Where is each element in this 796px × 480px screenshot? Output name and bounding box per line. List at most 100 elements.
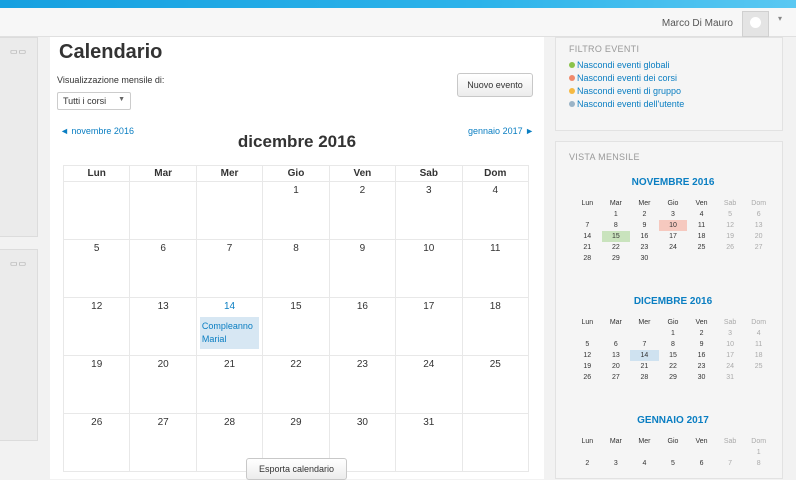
calendar-day[interactable]: 18 <box>461 297 530 356</box>
mini-day[interactable]: 13 <box>744 220 773 231</box>
day-number[interactable]: 11 <box>490 243 500 254</box>
calendar-day[interactable]: 10 <box>395 239 463 298</box>
mini-day[interactable]: 22 <box>659 361 688 372</box>
calendar-day[interactable]: 2 <box>328 181 397 240</box>
day-number[interactable]: 9 <box>360 243 366 254</box>
mini-day[interactable]: 5 <box>716 209 745 220</box>
mini-day[interactable]: 29 <box>659 372 688 383</box>
mini-day[interactable]: 12 <box>573 350 602 361</box>
day-number[interactable]: 13 <box>158 301 169 312</box>
mini-day[interactable]: 5 <box>659 458 688 469</box>
calendar-day[interactable]: 23 <box>328 355 397 414</box>
filter-item-user[interactable]: Nascondi eventi dell'utente <box>569 99 684 109</box>
mini-day[interactable]: 24 <box>716 361 745 372</box>
day-number[interactable]: 20 <box>158 359 169 370</box>
mini-day[interactable]: 20 <box>744 231 773 242</box>
mini-month-title[interactable]: NOVEMBRE 2016 <box>573 177 773 188</box>
mini-day[interactable]: 28 <box>573 253 602 264</box>
mini-day[interactable]: 8 <box>659 339 688 350</box>
mini-day[interactable]: 11 <box>687 220 716 231</box>
mini-day[interactable]: 4 <box>744 328 773 339</box>
day-number[interactable]: 3 <box>426 185 432 196</box>
day-number[interactable]: 26 <box>91 417 102 428</box>
day-number[interactable]: 28 <box>224 417 235 428</box>
mini-month-title[interactable]: DICEMBRE 2016 <box>573 296 773 307</box>
day-number[interactable]: 25 <box>490 359 501 370</box>
calendar-day[interactable]: 31 <box>395 413 463 472</box>
mini-day[interactable]: 22 <box>602 242 631 253</box>
mini-day[interactable]: 12 <box>716 220 745 231</box>
mini-day[interactable]: 1 <box>659 328 688 339</box>
calendar-day[interactable]: 13 <box>129 297 197 356</box>
new-event-button[interactable]: Nuovo evento <box>457 73 533 97</box>
mini-day[interactable]: 26 <box>573 372 602 383</box>
day-number[interactable]: 17 <box>423 301 434 312</box>
mini-day[interactable]: 19 <box>716 231 745 242</box>
calendar-day[interactable]: 27 <box>129 413 197 472</box>
mini-day[interactable]: 29 <box>602 253 631 264</box>
day-number[interactable]: 10 <box>423 243 434 254</box>
mini-day[interactable]: 7 <box>630 339 659 350</box>
day-number[interactable]: 16 <box>357 301 368 312</box>
mini-day[interactable]: 4 <box>687 209 716 220</box>
calendar-day[interactable]: 11 <box>461 239 530 298</box>
day-number[interactable]: 12 <box>91 301 102 312</box>
day-number[interactable]: 5 <box>94 243 100 254</box>
mini-day[interactable]: 23 <box>687 361 716 372</box>
day-number[interactable]: 14 <box>224 301 235 312</box>
mini-day[interactable]: 2 <box>687 328 716 339</box>
mini-day[interactable]: 1 <box>744 447 773 458</box>
day-number[interactable]: 18 <box>490 301 501 312</box>
mini-day[interactable]: 1 <box>602 209 631 220</box>
mini-day[interactable]: 15 <box>659 350 688 361</box>
mini-day[interactable]: 9 <box>630 220 659 231</box>
day-number[interactable]: 8 <box>293 243 299 254</box>
mini-day[interactable]: 6 <box>687 458 716 469</box>
mini-day[interactable]: 6 <box>744 209 773 220</box>
mini-day[interactable]: 16 <box>687 350 716 361</box>
course-select[interactable]: Tutti i corsi ▼ <box>57 92 131 110</box>
calendar-day[interactable]: 4 <box>461 181 530 240</box>
mini-day[interactable]: 18 <box>744 350 773 361</box>
mini-day[interactable]: 8 <box>602 220 631 231</box>
mini-month-title[interactable]: GENNAIO 2017 <box>573 415 773 426</box>
mini-day[interactable]: 27 <box>602 372 631 383</box>
filter-item-group[interactable]: Nascondi eventi di gruppo <box>569 86 681 96</box>
mini-day[interactable]: 28 <box>630 372 659 383</box>
mini-day[interactable]: 18 <box>687 231 716 242</box>
mini-day[interactable]: 2 <box>573 458 602 469</box>
mini-day[interactable]: 7 <box>573 220 602 231</box>
mini-day[interactable]: 27 <box>744 242 773 253</box>
day-number[interactable]: 27 <box>158 417 169 428</box>
mini-day[interactable]: 25 <box>744 361 773 372</box>
calendar-day[interactable]: 26 <box>62 413 131 472</box>
mini-day[interactable]: 19 <box>573 361 602 372</box>
mini-day[interactable]: 30 <box>630 253 659 264</box>
avatar[interactable] <box>742 11 769 37</box>
mini-day[interactable]: 21 <box>630 361 659 372</box>
mini-day[interactable]: 25 <box>687 242 716 253</box>
calendar-day[interactable]: 12 <box>62 297 131 356</box>
day-number[interactable]: 30 <box>357 417 368 428</box>
calendar-day[interactable]: 21 <box>195 355 264 414</box>
mini-day[interactable]: 13 <box>602 350 631 361</box>
calendar-day[interactable]: 15 <box>262 297 330 356</box>
dock-icon[interactable]: ▭▭ <box>10 47 27 56</box>
mini-day[interactable]: 4 <box>630 458 659 469</box>
mini-day[interactable]: 30 <box>687 372 716 383</box>
day-number[interactable]: 15 <box>290 301 301 312</box>
calendar-day[interactable]: 14 Compleanno Marial <box>195 297 264 356</box>
calendar-day[interactable]: 8 <box>262 239 330 298</box>
day-number[interactable]: 23 <box>357 359 368 370</box>
mini-day[interactable]: 5 <box>573 339 602 350</box>
mini-day[interactable]: 10 <box>658 220 688 231</box>
mini-day[interactable]: 20 <box>602 361 631 372</box>
calendar-day[interactable]: 19 <box>62 355 131 414</box>
mini-day[interactable]: 17 <box>659 231 688 242</box>
mini-day[interactable]: 23 <box>630 242 659 253</box>
mini-day[interactable]: 2 <box>630 209 659 220</box>
mini-day[interactable]: 14 <box>630 350 659 361</box>
mini-day[interactable]: 15 <box>601 231 631 242</box>
calendar-event[interactable]: Compleanno Marial <box>199 317 260 349</box>
day-number[interactable]: 19 <box>91 359 102 370</box>
